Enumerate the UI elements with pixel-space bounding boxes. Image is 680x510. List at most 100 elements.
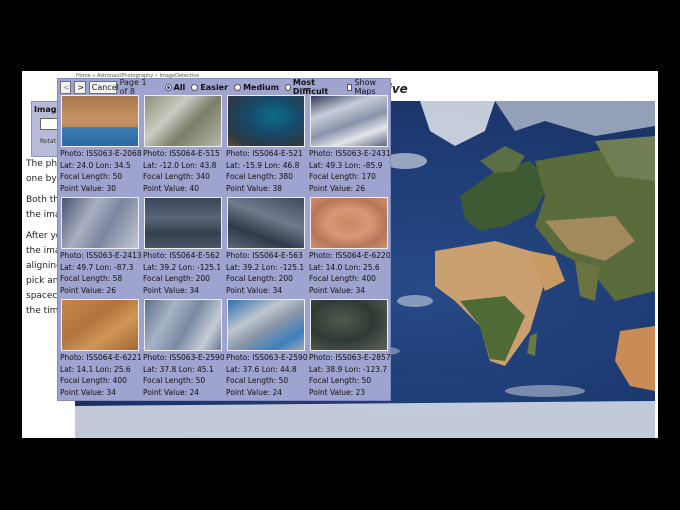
- photo-id: Photo: ISS063-E-20688: [60, 149, 142, 158]
- photo-thumbnail[interactable]: [227, 299, 305, 351]
- photo-point-value: Point Value: 34: [309, 285, 366, 295]
- rotate-label: Rotat: [40, 138, 56, 145]
- photo-point-value: Point Value: 23: [309, 387, 366, 397]
- radio-dot-icon: [284, 83, 291, 91]
- photo-thumbnail[interactable]: [144, 95, 222, 147]
- photo-point-value: Point Value: 26: [309, 183, 366, 193]
- photo-details: Photo: ISS064-E-521 Lat: -15.9 Lon: 46.8 F…: [226, 148, 308, 194]
- photo-point-value: Point Value: 34: [60, 387, 117, 397]
- radio-dot-icon: [164, 83, 172, 91]
- browser-viewport: Home » AstronautPhotography » ImageDetec…: [22, 71, 658, 438]
- photo-id: Photo: ISS064-E-6221: [60, 353, 142, 362]
- photo-focal-length: Focal Length: 170: [309, 172, 376, 181]
- photo-card[interactable]: Photo: ISS063-E-25902 Lat: 37.6 Lon: 44.8…: [225, 298, 308, 400]
- photo-lat-lon: Lat: 49.3 Lon: -85.9: [309, 160, 383, 170]
- photo-card[interactable]: Photo: ISS064-E-515 Lat: -12.0 Lon: 43.8 F…: [142, 94, 225, 196]
- checkbox-icon: [346, 83, 353, 91]
- photo-focal-length: Focal Length: 50: [226, 376, 289, 385]
- photo-details: Photo: ISS064-E-6221 Lat: 14.1 Lon: 25.6 F…: [60, 352, 142, 398]
- photo-card[interactable]: Photo: ISS063-E-20688 Lat: 24.0 Lon: 34.5…: [59, 94, 142, 196]
- prev-page-button[interactable]: <: [60, 80, 72, 94]
- photo-lat-lon: Lat: 37.8 Lon: 45.1: [143, 364, 214, 374]
- photo-card[interactable]: Photo: ISS064-E-521 Lat: -15.9 Lon: 46.8 F…: [225, 94, 308, 196]
- photo-id: Photo: ISS063-E-25902: [226, 353, 308, 362]
- photo-details: Photo: ISS063-E-28570 Lat: 38.9 Lon: -123…: [309, 352, 391, 398]
- photo-focal-length: Focal Length: 200: [226, 274, 293, 283]
- photo-focal-length: Focal Length: 200: [143, 274, 210, 283]
- photo-thumbnail[interactable]: [144, 299, 222, 351]
- photo-grid: Photo: ISS063-E-20688 Lat: 24.0 Lon: 34.5…: [59, 94, 391, 400]
- photo-card[interactable]: Photo: ISS063-E-25908 Lat: 37.8 Lon: 45.1…: [142, 298, 225, 400]
- photo-card[interactable]: Photo: ISS064-E-6221 Lat: 14.1 Lon: 25.6 F…: [59, 298, 142, 400]
- photo-id: Photo: ISS064-E-562: [143, 251, 220, 260]
- photo-point-value: Point Value: 24: [226, 387, 283, 397]
- photo-focal-length: Focal Length: 50: [309, 376, 372, 385]
- photo-card[interactable]: Photo: ISS064-E-562 Lat: 39.2 Lon: -125.1…: [142, 196, 225, 298]
- photo-lat-lon: Lat: 49.7 Lon: -87.3: [60, 262, 134, 272]
- photo-focal-length: Focal Length: 50: [143, 376, 206, 385]
- photo-lat-lon: Lat: 39.2 Lon: -125.1: [226, 262, 305, 272]
- photo-point-value: Point Value: 34: [226, 285, 283, 295]
- photo-focal-length: Focal Length: 58: [60, 274, 123, 283]
- photo-details: Photo: ISS063-E-2431 Lat: 49.3 Lon: -85.9…: [309, 148, 391, 194]
- photo-thumbnail[interactable]: [61, 197, 139, 249]
- photo-details: Photo: ISS064-E-563 Lat: 39.2 Lon: -125.1…: [226, 250, 308, 296]
- filter-all-radio[interactable]: All: [164, 83, 185, 92]
- image-panel: Image Rotat: [31, 101, 62, 157]
- photo-thumbnail[interactable]: [227, 197, 305, 249]
- photo-focal-length: Focal Length: 380: [226, 172, 293, 181]
- photo-thumbnail[interactable]: [227, 95, 305, 147]
- photo-details: Photo: ISS064-E-6220 Lat: 14.0 Lon: 25.6 F…: [309, 250, 391, 296]
- photo-lat-lon: Lat: -15.9 Lon: 46.8: [226, 160, 300, 170]
- photo-focal-length: Focal Length: 400: [60, 376, 127, 385]
- photo-lat-lon: Lat: 24.0 Lon: 34.5: [60, 160, 131, 170]
- photo-card[interactable]: Photo: ISS063-E-28570 Lat: 38.9 Lon: -123…: [308, 298, 391, 400]
- photo-lat-lon: Lat: 38.9 Lon: -123.7: [309, 364, 388, 374]
- photo-focal-length: Focal Length: 340: [143, 172, 210, 181]
- radio-dot-icon: [191, 83, 199, 91]
- photo-point-value: Point Value: 34: [143, 285, 200, 295]
- filter-easier-radio[interactable]: Easier: [191, 83, 228, 92]
- photo-lat-lon: Lat: 14.0 Lon: 25.6: [309, 262, 380, 272]
- photo-details: Photo: ISS063-E-25908 Lat: 37.8 Lon: 45.1…: [143, 352, 225, 398]
- photo-lat-lon: Lat: 14.1 Lon: 25.6: [60, 364, 131, 374]
- photo-point-value: Point Value: 30: [60, 183, 117, 193]
- photo-point-value: Point Value: 24: [143, 387, 200, 397]
- photo-lat-lon: Lat: 39.2 Lon: -125.1: [143, 262, 222, 272]
- photo-id: Photo: ISS064-E-563: [226, 251, 303, 260]
- photo-id: Photo: ISS063-E-2413: [60, 251, 142, 260]
- photo-point-value: Point Value: 40: [143, 183, 200, 193]
- photo-id: Photo: ISS063-E-28570: [309, 353, 391, 362]
- photo-point-value: Point Value: 38: [226, 183, 283, 193]
- photo-thumbnail[interactable]: [61, 95, 139, 147]
- photo-id: Photo: ISS063-E-2431: [309, 149, 391, 158]
- cancel-button[interactable]: Cancel: [88, 80, 119, 94]
- photo-thumbnail[interactable]: [61, 299, 139, 351]
- photo-thumbnail[interactable]: [310, 95, 388, 147]
- photo-thumbnail[interactable]: [144, 197, 222, 249]
- next-page-button[interactable]: >: [74, 80, 86, 94]
- photo-id: Photo: ISS064-E-6220: [309, 251, 391, 260]
- photo-focal-length: Focal Length: 50: [60, 172, 123, 181]
- photo-lat-lon: Lat: -12.0 Lon: 43.8: [143, 160, 217, 170]
- photo-details: Photo: ISS063-E-20688 Lat: 24.0 Lon: 34.5…: [60, 148, 142, 194]
- photo-card[interactable]: Photo: ISS064-E-6220 Lat: 14.0 Lon: 25.6 F…: [308, 196, 391, 298]
- radio-dot-icon: [234, 83, 242, 91]
- photo-thumbnail[interactable]: [310, 299, 388, 351]
- filter-medium-radio[interactable]: Medium: [234, 83, 279, 92]
- photo-id: Photo: ISS063-E-25908: [143, 353, 225, 362]
- photo-point-value: Point Value: 26: [60, 285, 117, 295]
- photo-lat-lon: Lat: 37.6 Lon: 44.8: [226, 364, 297, 374]
- photo-card[interactable]: Photo: ISS063-E-2413 Lat: 49.7 Lon: -87.3…: [59, 196, 142, 298]
- photo-thumbnail[interactable]: [310, 197, 388, 249]
- photo-id: Photo: ISS064-E-515: [143, 149, 220, 158]
- photo-details: Photo: ISS064-E-562 Lat: 39.2 Lon: -125.1…: [143, 250, 225, 296]
- photo-details: Photo: ISS063-E-25902 Lat: 37.6 Lon: 44.8…: [226, 352, 308, 398]
- photo-picker-dialog: < > Cancel Page 1 of 8 All Easier Medium…: [57, 78, 391, 401]
- photo-details: Photo: ISS064-E-515 Lat: -12.0 Lon: 43.8 F…: [143, 148, 225, 194]
- photo-focal-length: Focal Length: 400: [309, 274, 376, 283]
- photo-card[interactable]: Photo: ISS063-E-2431 Lat: 49.3 Lon: -85.9…: [308, 94, 391, 196]
- photo-id: Photo: ISS064-E-521: [226, 149, 303, 158]
- picker-toolbar: < > Cancel Page 1 of 8 All Easier Medium…: [58, 78, 390, 96]
- photo-card[interactable]: Photo: ISS064-E-563 Lat: 39.2 Lon: -125.1…: [225, 196, 308, 298]
